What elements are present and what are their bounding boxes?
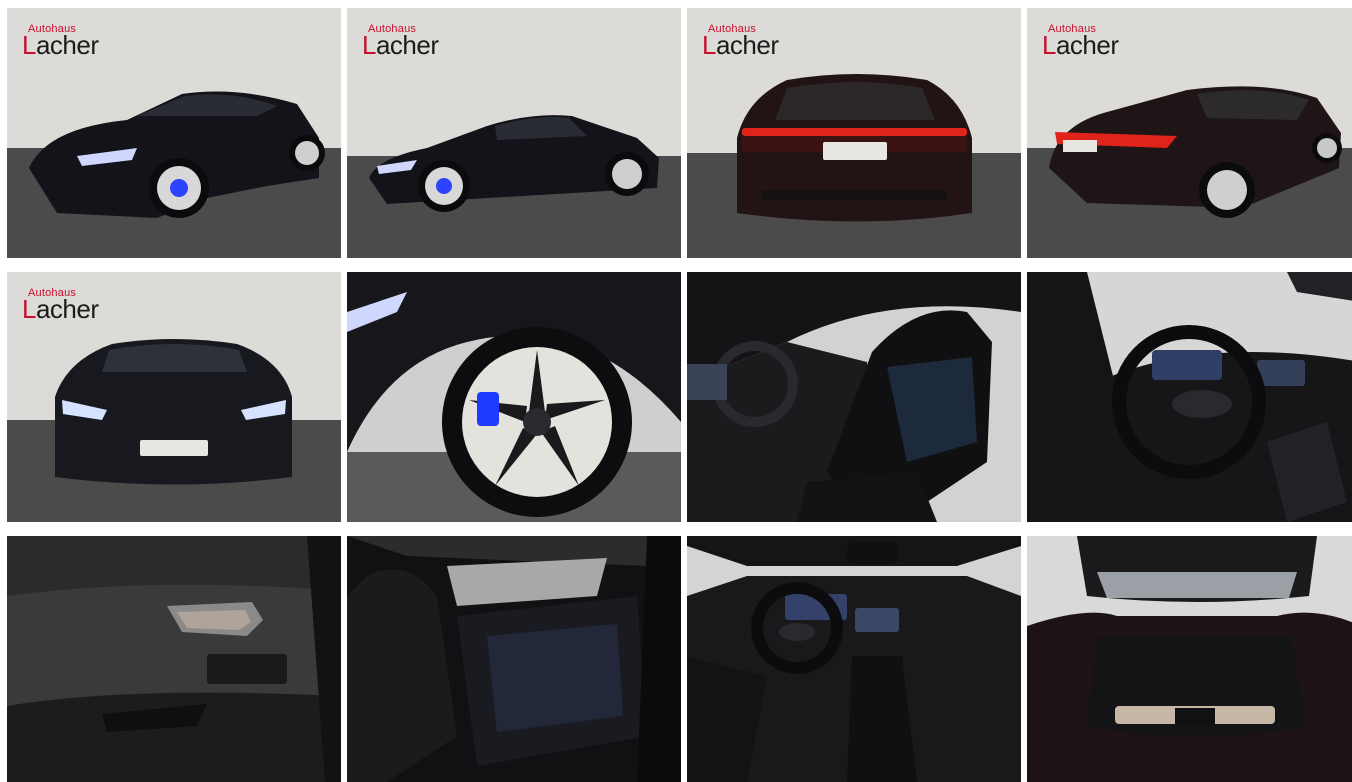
photo-gallery: Autohaus Lacher Autohaus Lacher Autohaus… — [7, 8, 1352, 782]
dealer-logo: Autohaus Lacher — [22, 23, 99, 60]
dealer-logo: Autohaus Lacher — [1042, 23, 1119, 60]
gallery-tile-exterior-front-left[interactable]: Autohaus Lacher — [7, 8, 341, 258]
car-photo — [687, 272, 1021, 522]
gallery-tile-exterior-rear-left[interactable]: Autohaus Lacher — [1027, 8, 1352, 258]
car-photo — [1027, 272, 1352, 522]
gallery-tile-exterior-rear[interactable]: Autohaus Lacher — [687, 8, 1021, 258]
car-photo — [347, 272, 681, 522]
gallery-tile-interior-steering-wheel[interactable] — [1027, 272, 1352, 522]
car-photo — [1027, 536, 1352, 782]
car-photo — [687, 536, 1021, 782]
gallery-tile-exterior-front[interactable]: Autohaus Lacher — [7, 272, 341, 522]
gallery-tile-interior-dashboard[interactable] — [687, 536, 1021, 782]
gallery-tile-exterior-side-left[interactable]: Autohaus Lacher — [347, 8, 681, 258]
dealer-logo: Autohaus Lacher — [22, 287, 99, 324]
car-photo — [347, 536, 681, 782]
dealer-logo: Autohaus Lacher — [362, 23, 439, 60]
gallery-tile-interior-front-seats[interactable] — [687, 272, 1021, 522]
gallery-tile-wheel-detail[interactable] — [347, 272, 681, 522]
car-photo — [7, 536, 341, 782]
gallery-tile-trunk-open[interactable] — [1027, 536, 1352, 782]
dealer-logo: Autohaus Lacher — [702, 23, 779, 60]
gallery-tile-interior-rear-seats[interactable] — [347, 536, 681, 782]
gallery-tile-interior-door-panel[interactable] — [7, 536, 341, 782]
